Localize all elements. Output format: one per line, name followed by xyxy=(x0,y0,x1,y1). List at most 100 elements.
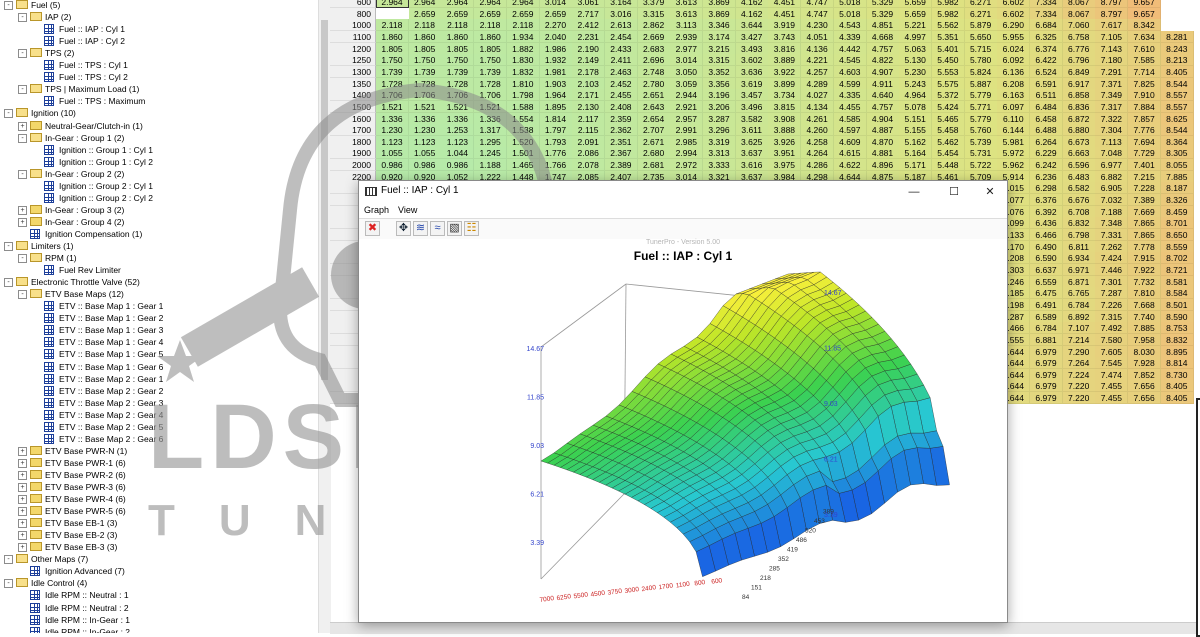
table-cell[interactable]: 8.797 xyxy=(1095,7,1129,20)
table-cell[interactable]: 8.405 xyxy=(1160,380,1194,393)
table-cell[interactable]: 2.118 xyxy=(474,19,508,32)
table-cell[interactable]: 3.493 xyxy=(735,42,769,55)
table-cell[interactable]: 2.671 xyxy=(637,135,671,148)
surface-plot-icon[interactable]: ≋ xyxy=(413,221,428,236)
table-cell[interactable]: 7.455 xyxy=(1095,392,1129,405)
table-cell[interactable]: 2.994 xyxy=(670,147,704,160)
table-cell[interactable]: 5.462 xyxy=(931,135,965,148)
table-cell[interactable]: 7.180 xyxy=(1095,54,1129,67)
table-cell[interactable]: 8.581 xyxy=(1160,275,1194,288)
table-cell[interactable]: 3.637 xyxy=(735,147,769,160)
table-cell[interactable]: 2.659 xyxy=(539,7,573,20)
collapse-icon[interactable]: - xyxy=(18,85,27,95)
table-cell[interactable]: 3.014 xyxy=(670,54,704,67)
table-cell[interactable]: 1.336 xyxy=(408,112,442,125)
table-cell[interactable]: 8.243 xyxy=(1160,42,1194,55)
table-cell[interactable]: 2.659 xyxy=(506,7,540,20)
table-cell[interactable]: 0.986 xyxy=(376,159,409,172)
table-cell[interactable]: 1.123 xyxy=(441,135,475,148)
table-cell[interactable]: 7.048 xyxy=(1095,147,1129,160)
table-cell[interactable]: 5.972 xyxy=(997,147,1031,160)
table-cell[interactable]: 7.371 xyxy=(1095,77,1129,90)
table-cell[interactable]: 7.634 xyxy=(1128,30,1162,43)
table-cell[interactable]: 6.684 xyxy=(1030,19,1063,32)
minimize-button[interactable]: — xyxy=(899,183,929,201)
table-cell[interactable]: 7.605 xyxy=(1095,345,1129,358)
table-cell[interactable]: 7.262 xyxy=(1095,240,1129,253)
table-cell[interactable]: 2.118 xyxy=(441,19,475,32)
table-cell[interactable]: 2.040 xyxy=(539,30,573,43)
table-cell[interactable]: 7.424 xyxy=(1095,252,1129,265)
table-cell[interactable]: 6.934 xyxy=(1062,252,1096,265)
table-cell[interactable]: 4.543 xyxy=(833,19,867,32)
table-cell[interactable]: 8.590 xyxy=(1160,310,1194,323)
table-cell[interactable]: 6.264 xyxy=(1030,135,1063,148)
table-cell[interactable]: 3.315 xyxy=(703,54,736,67)
table-cell[interactable]: 8.559 xyxy=(1160,240,1194,253)
table-cell[interactable]: 2.408 xyxy=(604,100,638,113)
table-cell[interactable]: 5.771 xyxy=(964,100,998,113)
horizontal-scrollbar[interactable] xyxy=(330,622,1200,634)
table-cell[interactable]: 3.926 xyxy=(768,135,802,148)
table-cell[interactable]: 3.602 xyxy=(735,54,769,67)
expand-icon[interactable]: + xyxy=(18,446,27,456)
table-cell[interactable]: 6.832 xyxy=(1062,217,1096,230)
table-cell[interactable]: 8.544 xyxy=(1160,124,1194,137)
table-cell[interactable]: 5.450 xyxy=(931,54,965,67)
table-cell[interactable]: 8.030 xyxy=(1128,345,1162,358)
table-cell[interactable]: 1.295 xyxy=(474,135,508,148)
table-cell[interactable]: 7.032 xyxy=(1095,194,1129,207)
table-cell[interactable]: 1.588 xyxy=(506,100,540,113)
table-cell[interactable]: 5.780 xyxy=(964,54,998,67)
table-cell[interactable]: 8.753 xyxy=(1160,322,1194,335)
table-cell[interactable]: 2.091 xyxy=(572,135,606,148)
collapse-icon[interactable]: - xyxy=(4,555,13,565)
collapse-icon[interactable]: - xyxy=(4,278,13,288)
table-cell[interactable]: 5.424 xyxy=(931,100,965,113)
table-cell[interactable]: 2.972 xyxy=(670,159,704,172)
table-cell[interactable]: 4.451 xyxy=(768,7,802,20)
table-cell[interactable]: 2.957 xyxy=(670,112,704,125)
table-cell[interactable]: 4.668 xyxy=(866,30,900,43)
expand-icon[interactable]: + xyxy=(18,483,27,492)
table-cell[interactable]: 5.779 xyxy=(964,112,998,125)
table-cell[interactable]: 7.776 xyxy=(1128,124,1162,137)
table-cell[interactable]: 5.715 xyxy=(964,42,998,55)
table-cell[interactable]: 0.986 xyxy=(408,159,442,172)
table-cell[interactable]: 6.591 xyxy=(1030,77,1063,90)
table-cell[interactable]: 6.858 xyxy=(1062,89,1096,102)
table-cell[interactable]: 7.474 xyxy=(1095,368,1129,381)
table-cell[interactable]: 7.732 xyxy=(1128,275,1162,288)
table-cell[interactable]: 1.538 xyxy=(506,124,540,137)
close-button[interactable]: ✕ xyxy=(975,183,1005,201)
table-cell[interactable]: 8.557 xyxy=(1160,89,1194,102)
table-cell[interactable]: 3.908 xyxy=(768,112,802,125)
table-cell[interactable]: 3.816 xyxy=(768,42,802,55)
table-cell[interactable]: 4.258 xyxy=(801,135,835,148)
table-cell[interactable]: 3.174 xyxy=(703,30,736,43)
table-cell[interactable]: 2.118 xyxy=(376,19,409,32)
table-cell[interactable]: 6.475 xyxy=(1030,287,1063,300)
table-cell[interactable]: 6.979 xyxy=(1030,368,1063,381)
table-cell[interactable]: 2.862 xyxy=(637,19,671,32)
table-cell[interactable]: 0.986 xyxy=(441,159,475,172)
table-cell[interactable]: 2.991 xyxy=(670,124,704,137)
table-cell[interactable]: 4.339 xyxy=(833,30,867,43)
table-cell[interactable]: 7.857 xyxy=(1128,112,1162,125)
table-cell[interactable]: 6.849 xyxy=(1062,65,1096,78)
collapse-icon[interactable]: - xyxy=(4,1,13,10)
table-cell[interactable]: 9.657 xyxy=(1128,7,1162,20)
surface-plot-area[interactable]: TunerPro - Version 5.00 Fuel :: IAP : Cy… xyxy=(359,239,1007,622)
table-cell[interactable]: 1.055 xyxy=(376,147,409,160)
table-cell[interactable]: 1.336 xyxy=(474,112,508,125)
table-cell[interactable]: 8.067 xyxy=(1062,7,1096,20)
collapse-icon[interactable]: - xyxy=(4,242,13,251)
table-cell[interactable]: 7.669 xyxy=(1128,205,1162,218)
expand-icon[interactable]: + xyxy=(18,470,27,480)
table-cell[interactable]: 1.814 xyxy=(539,112,573,125)
table-cell[interactable]: 3.206 xyxy=(703,100,736,113)
table-cell[interactable]: 5.372 xyxy=(931,89,965,102)
table-cell[interactable]: 4.230 xyxy=(801,19,835,32)
table-cell[interactable]: 1.797 xyxy=(539,124,573,137)
table-cell[interactable]: 7.290 xyxy=(1062,345,1096,358)
